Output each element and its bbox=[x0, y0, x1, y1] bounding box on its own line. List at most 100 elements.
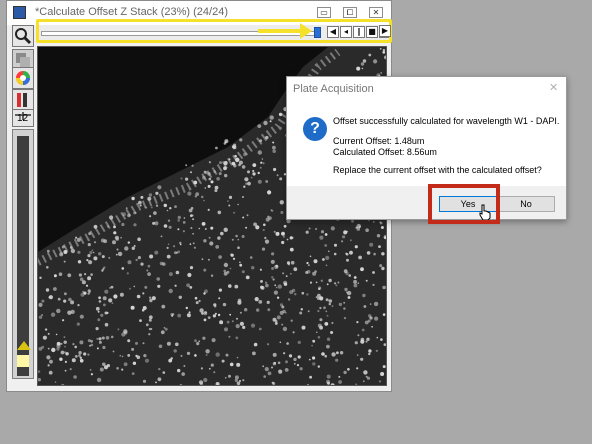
nucleus-dot bbox=[334, 243, 337, 247]
nucleus-dot bbox=[200, 367, 203, 370]
nucleus-dot bbox=[232, 257, 236, 260]
nucleus-dot bbox=[299, 367, 303, 371]
nucleus-dot bbox=[222, 302, 227, 307]
nucleus-dot bbox=[64, 345, 66, 348]
nucleus-dot bbox=[147, 264, 151, 268]
nucleus-dot bbox=[264, 281, 268, 284]
nucleus-dot bbox=[360, 357, 364, 361]
scale-handle-icon[interactable] bbox=[17, 341, 31, 350]
color-tool-button[interactable] bbox=[12, 67, 34, 89]
nucleus-dot bbox=[60, 342, 63, 345]
intensity-scale-inner bbox=[17, 136, 29, 376]
nucleus-dot bbox=[223, 269, 226, 273]
nucleus-dot bbox=[51, 347, 56, 353]
nucleus-dot bbox=[95, 327, 99, 331]
nucleus-dot bbox=[354, 246, 357, 249]
nucleus-dot bbox=[97, 318, 101, 322]
dialog-close-icon[interactable]: ✕ bbox=[549, 81, 558, 94]
no-button[interactable]: No bbox=[497, 196, 555, 212]
nucleus-dot bbox=[201, 312, 204, 315]
nucleus-dot bbox=[272, 352, 277, 357]
zoom-tool-button[interactable] bbox=[12, 25, 34, 47]
nucleus-dot bbox=[279, 303, 284, 307]
nucleus-dot bbox=[38, 315, 43, 319]
nucleus-dot bbox=[125, 207, 128, 210]
nucleus-dot bbox=[365, 228, 369, 232]
nucleus-dot bbox=[264, 236, 267, 240]
lookup-table-icon bbox=[17, 93, 27, 107]
nucleus-dot bbox=[214, 312, 217, 315]
nucleus-dot bbox=[366, 251, 371, 255]
palette-tool-button[interactable] bbox=[12, 89, 34, 111]
nucleus-dot bbox=[376, 234, 381, 238]
nucleus-dot bbox=[149, 254, 154, 259]
nucleus-dot bbox=[373, 252, 376, 256]
nucleus-dot bbox=[157, 377, 162, 382]
nucleus-dot bbox=[278, 369, 283, 374]
nucleus-dot bbox=[126, 272, 129, 275]
nucleus-dot bbox=[325, 255, 330, 260]
nucleus-dot bbox=[273, 230, 276, 233]
nucleus-dot bbox=[178, 295, 182, 299]
nucleus-dot bbox=[233, 164, 237, 168]
nucleus-dot bbox=[113, 294, 118, 299]
nucleus-dot bbox=[155, 381, 157, 384]
nucleus-dot bbox=[170, 357, 173, 360]
nucleus-dot bbox=[79, 277, 84, 282]
nucleus-dot bbox=[258, 300, 263, 304]
nucleus-dot bbox=[360, 267, 364, 272]
nucleus-dot bbox=[219, 320, 224, 325]
nucleus-dot bbox=[75, 236, 78, 239]
nucleus-dot bbox=[63, 250, 68, 254]
nucleus-dot bbox=[250, 323, 256, 328]
nucleus-dot bbox=[74, 355, 78, 358]
nucleus-dot bbox=[366, 337, 370, 341]
nucleus-dot bbox=[283, 280, 288, 285]
nucleus-dot bbox=[326, 337, 331, 341]
nucleus-dot bbox=[162, 262, 166, 266]
nucleus-dot bbox=[83, 352, 87, 356]
nucleus-dot bbox=[328, 250, 330, 253]
nucleus-dot bbox=[373, 59, 378, 64]
nucleus-dot bbox=[56, 341, 61, 346]
nucleus-dot bbox=[373, 221, 375, 223]
nucleus-dot bbox=[263, 120, 268, 126]
nucleus-dot bbox=[105, 336, 110, 340]
nucleus-dot bbox=[321, 352, 325, 356]
nucleus-dot bbox=[274, 321, 278, 325]
nucleus-dot bbox=[251, 266, 255, 270]
minimize-button[interactable]: ▭ bbox=[317, 7, 331, 18]
nucleus-dot bbox=[356, 367, 359, 370]
nucleus-dot bbox=[324, 354, 328, 358]
close-button[interactable]: ✕ bbox=[369, 7, 383, 18]
scale-handle-box[interactable] bbox=[17, 355, 29, 367]
nucleus-dot bbox=[144, 285, 148, 289]
plate-acquisition-dialog: Plate Acquisition ✕ ? Offset successfull… bbox=[286, 76, 567, 220]
nucleus-dot bbox=[279, 200, 284, 205]
nucleus-dot bbox=[237, 203, 239, 206]
nucleus-dot bbox=[215, 146, 218, 150]
play-button[interactable]: ▶ bbox=[379, 25, 391, 37]
nucleus-dot bbox=[346, 258, 349, 262]
nucleus-dot bbox=[356, 66, 361, 71]
nucleus-dot bbox=[104, 322, 109, 327]
nucleus-dot bbox=[379, 221, 382, 224]
nucleus-dot bbox=[246, 214, 249, 217]
maximize-button[interactable]: ⧠ bbox=[343, 7, 357, 18]
nucleus-dot bbox=[382, 313, 386, 316]
nucleus-dot bbox=[284, 368, 289, 372]
nucleus-dot bbox=[166, 246, 169, 249]
nucleus-dot bbox=[148, 315, 153, 320]
nucleus-dot bbox=[121, 368, 124, 371]
nucleus-dot bbox=[213, 170, 217, 173]
nucleus-dot bbox=[112, 350, 115, 353]
nucleus-dot bbox=[67, 310, 72, 315]
nucleus-dot bbox=[215, 352, 220, 357]
nucleus-dot bbox=[207, 258, 210, 261]
nucleus-dot bbox=[195, 301, 199, 305]
nucleus-dot bbox=[189, 286, 193, 289]
nucleus-dot bbox=[179, 243, 182, 246]
nucleus-dot bbox=[324, 244, 328, 247]
nucleus-dot bbox=[158, 367, 161, 371]
nucleus-dot bbox=[157, 284, 161, 288]
